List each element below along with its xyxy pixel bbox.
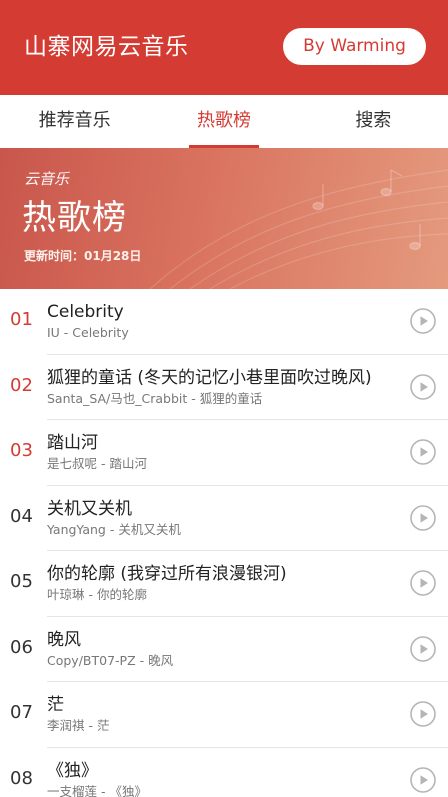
play-circle-icon[interactable]	[410, 701, 436, 727]
list-item[interactable]: 04 关机又关机 YangYang - 关机又关机	[0, 486, 448, 551]
song-rank: 05	[10, 571, 33, 592]
song-list: 01 Celebrity IU - Celebrity 02 狐狸的童话 (冬天…	[0, 289, 448, 797]
song-artist-album: Santa_SA/马也_Crabbit - 狐狸的童话	[47, 390, 263, 406]
song-title: 茫	[47, 695, 64, 715]
song-rank: 06	[10, 636, 33, 658]
song-artist-album: 一支榴莲 - 《独》	[47, 783, 147, 797]
author-button[interactable]: By Warming	[283, 28, 426, 65]
song-title: 晚风	[47, 629, 81, 650]
song-title: 你的轮廓 (我穿过所有浪漫银河)	[47, 564, 287, 584]
list-item[interactable]: 05 你的轮廓 (我穿过所有浪漫银河) 叶琼琳 - 你的轮廓	[0, 551, 448, 617]
list-item[interactable]: 03 踏山河 是七叔呢 - 踏山河	[0, 420, 448, 486]
song-title: 关机又关机	[47, 498, 132, 519]
song-artist-album: IU - Celebrity	[47, 325, 129, 340]
song-rank: 08	[10, 767, 33, 789]
hot-chart-banner: 云音乐 热歌榜 更新时间：01月28日	[0, 148, 448, 289]
top-header: 山寨网易云音乐 By Warming	[0, 0, 448, 95]
tab-search[interactable]: 搜索	[299, 95, 448, 148]
play-circle-icon[interactable]	[410, 439, 436, 465]
list-item[interactable]: 07 茫 李润祺 - 茫	[0, 682, 448, 748]
play-circle-icon[interactable]	[410, 570, 436, 596]
song-artist-album: 李润祺 - 茫	[47, 718, 110, 733]
song-rank: 04	[10, 505, 33, 527]
song-rank: 02	[10, 374, 33, 396]
song-title: 《独》	[47, 760, 98, 781]
play-circle-icon[interactable]	[410, 635, 436, 662]
banner-update-time: 更新时间：01月28日	[24, 249, 142, 263]
song-title: 踏山河	[47, 433, 98, 453]
play-circle-icon[interactable]	[410, 766, 436, 793]
list-item[interactable]: 01 Celebrity IU - Celebrity	[0, 289, 448, 355]
tab-hot-chart[interactable]: 热歌榜	[149, 95, 298, 148]
list-item[interactable]: 08 《独》 一支榴莲 - 《独》	[0, 748, 448, 797]
song-artist-album: Copy/BT07-PZ - 晚风	[47, 652, 174, 668]
list-item[interactable]: 06 晚风 Copy/BT07-PZ - 晚风	[0, 617, 448, 682]
play-circle-icon[interactable]	[410, 308, 436, 334]
song-artist-album: YangYang - 关机又关机	[47, 521, 181, 537]
app-title: 山寨网易云音乐	[24, 34, 189, 60]
song-rank: 07	[10, 702, 33, 723]
song-rank: 01	[10, 309, 33, 330]
app-root: 山寨网易云音乐 By Warming 推荐音乐 热歌榜 搜索 云音乐 热歌榜 更…	[0, 0, 448, 797]
list-item[interactable]: 02 狐狸的童话 (冬天的记忆小巷里面吹过晚风) Santa_SA/马也_Cra…	[0, 355, 448, 420]
tab-label: 热歌榜	[196, 110, 251, 131]
tab-label: 推荐音乐	[38, 110, 111, 131]
song-title: Celebrity	[47, 302, 124, 322]
song-rank: 03	[10, 440, 33, 461]
song-title: 狐狸的童话 (冬天的记忆小巷里面吹过晚风)	[47, 367, 372, 388]
play-circle-icon[interactable]	[410, 504, 436, 531]
banner-brand-label: 云音乐	[24, 170, 70, 188]
song-artist-album: 叶琼琳 - 你的轮廓	[47, 587, 147, 602]
tab-label: 搜索	[355, 110, 392, 131]
play-circle-icon[interactable]	[410, 373, 436, 400]
tab-recommend[interactable]: 推荐音乐	[0, 95, 149, 148]
tab-bar: 推荐音乐 热歌榜 搜索	[0, 95, 448, 148]
song-artist-album: 是七叔呢 - 踏山河	[47, 456, 147, 471]
banner-title: 热歌榜	[22, 198, 127, 238]
